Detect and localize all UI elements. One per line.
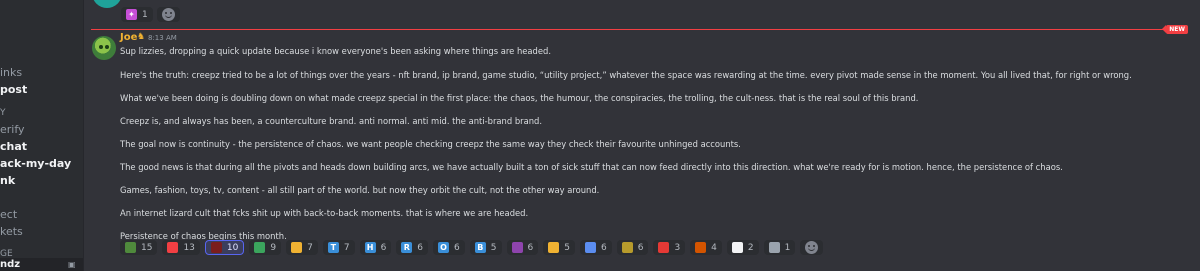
reaction-count: 5 [564,242,570,253]
message-paragraph: The goal now is continuity - the persist… [120,139,741,149]
reaction-count: 6 [600,242,607,253]
canada-flag-emoji-icon [658,242,670,253]
sidebar-item-links[interactable]: inks [0,66,22,79]
message-list: ✦ 1 NEW Joe ♞ 8:13 AM Sup lizzies, dropp… [85,0,1200,271]
avatar-eye [105,45,109,49]
channel-sidebar: inks post Y erify chat ack-my-day nk ect… [0,0,84,271]
reaction-button[interactable]: ✦ 1 [121,7,153,22]
sidebar-item-track-my-day[interactable]: ack-my-day [0,157,71,170]
reaction-button[interactable]: 7 [286,240,318,255]
skull-emoji-icon [210,242,222,253]
avatar[interactable] [92,0,122,8]
reaction-button[interactable]: 2 [726,240,759,255]
reaction-count: 9 [270,242,277,253]
message-reactions: 15 13 10 9 7 T 7 H 6 R 6 O 6 B 5 6 5 6 6 3 4 2 1 [120,240,824,255]
reaction-count: 10 [226,242,239,253]
rocket-emoji-icon [768,242,780,253]
reaction-button[interactable]: 15 [120,240,158,255]
message-paragraph: Sup lizzies, dropping a quick update bec… [120,46,551,56]
message-paragraph: The good news is that during all the piv… [120,162,1063,172]
message-paragraph: Creepz is, and always has been, a counte… [120,116,542,126]
reaction-count: 4 [711,242,717,253]
reaction-count: 15 [141,242,153,253]
message-paragraph: What we've been doing is doubling down o… [120,93,919,103]
add-reaction-button[interactable] [156,7,180,22]
reaction-count: 2 [747,242,754,253]
reaction-button[interactable]: 5 [543,240,575,255]
message-paragraph: Games, fashion, toys, tv, content - all … [120,185,600,195]
reaction-button[interactable]: 1 [763,240,796,255]
current-channel-bar[interactable]: ndz ▣ [0,258,83,271]
message-paragraph: Here's the truth: creepz tried to be a l… [120,70,1132,80]
reaction-button[interactable]: 6 [616,240,649,255]
reaction-button[interactable]: 3 [653,240,686,255]
reaction-button[interactable]: 6 [579,240,612,255]
add-reaction-icon [805,241,819,254]
add-reaction-button[interactable] [800,240,824,255]
fist-emoji-icon [291,242,303,253]
reaction-count: 6 [637,242,644,253]
reaction-button[interactable]: 10 [204,240,245,255]
reaction-count: 1 [784,242,791,253]
reaction-button[interactable]: 9 [249,240,282,255]
reaction-count: 7 [343,242,350,253]
reaction-count: 6 [417,242,424,253]
letter-o-emoji-icon: O [438,242,450,253]
letter-b-emoji-icon: B [474,242,486,253]
lizard-emoji-icon [125,242,136,253]
sparkle-emoji-icon: ✦ [126,9,137,20]
reaction-button[interactable]: O6 [433,240,465,255]
reaction-button[interactable]: 6 [506,240,539,255]
smirk-emoji-icon [548,242,560,253]
croc-emoji-icon [621,242,633,253]
reaction-count: 6 [527,242,534,253]
eggplant-emoji-icon [511,242,523,253]
reaction-count: 7 [307,242,313,253]
message-paragraph: An internet lizard cult that fcks shit u… [120,208,529,218]
mention-badge-icon: ▣ [68,260,76,269]
message-timestamp: 8:13 AM [148,34,177,42]
new-messages-badge: NEW [1162,25,1188,34]
england-flag-emoji-icon [731,242,743,253]
sidebar-item-chat[interactable]: chat [0,140,27,153]
green-lizard-emoji-icon [254,242,266,253]
mushroom-emoji-icon [695,242,707,253]
role-icon: ♞ [137,32,146,42]
avatar-eye [99,45,103,49]
sidebar-item-post[interactable]: post [0,83,27,96]
message-author[interactable]: Joe [120,32,137,43]
reaction-button[interactable]: 13 [162,240,200,255]
reaction-button[interactable]: B5 [469,240,502,255]
letter-r-emoji-icon: R [401,242,413,253]
reaction-count: 1 [142,9,148,20]
avatar[interactable] [92,36,116,60]
reaction-count: 13 [183,242,195,253]
reaction-button[interactable]: T7 [322,240,355,255]
reaction-button[interactable]: R6 [396,240,429,255]
letter-h-emoji-icon: H [364,242,376,253]
reaction-button[interactable]: 4 [690,240,722,255]
new-messages-divider [91,29,1176,30]
sidebar-item-verify[interactable]: erify [0,123,25,136]
sidebar-category[interactable]: Y [0,108,6,118]
letter-t-emoji-icon: T [327,242,339,253]
sidebar-item-label: ndz [0,259,21,270]
syringe-emoji-icon [584,242,596,253]
reaction-count: 3 [674,242,681,253]
sidebar-item-collect[interactable]: ect [0,208,17,221]
heart-emoji-icon [167,242,179,253]
reaction-count: 5 [490,242,497,253]
sidebar-item-tickets[interactable]: kets [0,225,23,238]
reaction-count: 6 [454,242,460,253]
previous-message-reactions: ✦ 1 [121,7,180,22]
sidebar-item-link[interactable]: nk [0,174,15,187]
reaction-count: 6 [380,242,387,253]
add-reaction-icon [161,8,175,21]
reaction-button[interactable]: H6 [359,240,392,255]
